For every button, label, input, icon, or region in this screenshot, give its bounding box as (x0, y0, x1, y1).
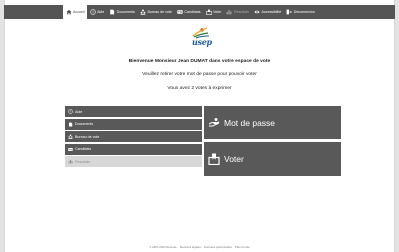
menu-item-aide[interactable]: ? Aide (65, 106, 202, 117)
menu-item-label: Candidats (75, 147, 92, 151)
ballot-box-icon (205, 9, 212, 15)
nav-item-label: Voter (213, 10, 222, 14)
home-icon (66, 9, 72, 15)
logo-text: usep (192, 37, 212, 47)
help-icon: ? (68, 109, 73, 114)
menu-item-label: Documents (75, 122, 94, 126)
ballot-box-icon (208, 153, 220, 165)
document-icon (68, 122, 73, 127)
logout-icon (286, 9, 293, 15)
svg-text:?: ? (92, 10, 94, 14)
bar-chart-icon (226, 9, 232, 15)
footer-legal-link[interactable]: Mentions légales (180, 245, 201, 249)
nav-item-label: Résultats (233, 10, 249, 14)
nav-item-label: Documents (116, 10, 135, 14)
nav-item-accessibilite[interactable]: Accessibilité (251, 5, 283, 19)
menu-item-resultats[interactable]: Résultats (65, 156, 202, 167)
vote-button[interactable]: Voter (204, 142, 341, 176)
document-icon (109, 9, 115, 15)
people-icon (140, 9, 146, 15)
nav-item-label: Accueil (73, 10, 85, 14)
nav-item-label: Déconnexion (293, 10, 315, 14)
welcome-heading: Bienvenue Monsieur Jean DUMAT dans votre… (128, 59, 271, 64)
nav-item-candidats[interactable]: Candidats (174, 5, 203, 19)
footer-copyright: © 2007-2024 Neovote (149, 245, 177, 249)
nav-item-bureau-de-vote[interactable]: Bureau de vote (137, 5, 174, 19)
menu-item-label: Aide (75, 109, 83, 114)
nav-item-label: Candidats (184, 10, 201, 14)
footer-privacy-link[interactable]: Données personnelles (204, 245, 232, 249)
side-menu: ? Aide Documents Bureau de vote Candidat… (65, 106, 202, 169)
nav-item-label: Accessibilité (261, 10, 282, 14)
nav-item-deconnexion[interactable]: Déconnexion (284, 5, 317, 19)
id-card-icon (177, 9, 183, 15)
nav-item-voter[interactable]: Voter (203, 5, 224, 19)
nav-item-documents[interactable]: Documents (107, 5, 138, 19)
footer-sitemap-link[interactable]: Plan du site (235, 245, 250, 249)
votes-remaining: Vous avez 2 votes à exprimer (167, 86, 232, 91)
svg-text:?: ? (70, 110, 72, 114)
id-card-icon (68, 147, 73, 152)
password-instruction: Veuillez retirer votre mot de passe pour… (142, 72, 257, 77)
menu-item-label: Résultats (75, 159, 90, 164)
password-button-label: Mot de passe (224, 117, 276, 128)
key-hand-icon (208, 117, 220, 129)
nav-item-label: Bureau de vote (147, 10, 172, 14)
nav-item-accueil[interactable]: Accueil (63, 5, 88, 19)
eye-icon (254, 9, 260, 15)
menu-item-documents[interactable]: Documents (65, 118, 202, 130)
people-icon (68, 134, 73, 139)
help-icon: ? (89, 9, 96, 15)
vote-button-label: Voter (224, 154, 244, 164)
menu-item-bureau-de-vote[interactable]: Bureau de vote (65, 131, 202, 142)
menu-item-candidats[interactable]: Candidats (65, 143, 202, 155)
nav-items: Accueil ? Aide Documents Bureau de vote … (63, 5, 344, 19)
nav-item-aide[interactable]: ? Aide (87, 5, 107, 19)
footer: © 2007-2024 Neovote Mentions légales Don… (0, 245, 399, 249)
nav-item-label: Aide (97, 10, 105, 14)
nav-item-resultats[interactable]: Résultats (224, 5, 251, 19)
password-button[interactable]: Mot de passe (204, 106, 341, 139)
top-navbar: Accueil ? Aide Documents Bureau de vote … (4, 5, 395, 19)
menu-item-label: Bureau de vote (75, 134, 100, 139)
bar-chart-icon (68, 159, 73, 164)
